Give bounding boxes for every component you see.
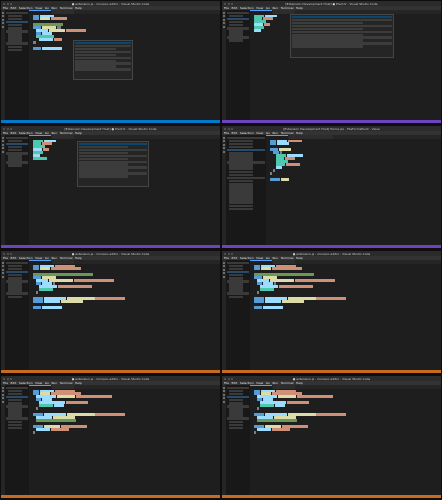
window-title: ● extension.js - monaco-editor - Visual … [292, 376, 371, 381]
status-bar [1, 370, 220, 373]
source-control-icon[interactable] [223, 143, 225, 146]
debug-icon[interactable] [2, 272, 4, 274]
vscode-window-4: [Extension Development Host] Home.jsx - … [222, 126, 441, 248]
explorer-icon[interactable] [2, 386, 4, 389]
command-palette[interactable] [290, 14, 394, 58]
source-control-icon[interactable] [223, 268, 225, 271]
code-editor[interactable] [250, 10, 441, 120]
code-editor[interactable] [266, 135, 441, 245]
explorer-icon[interactable] [2, 136, 4, 139]
status-bar [1, 495, 220, 498]
search-icon[interactable] [223, 15, 225, 17]
source-control-icon[interactable] [223, 393, 225, 396]
debug-icon[interactable] [223, 397, 225, 399]
vscode-window-3: [Extension Development Host] ● Pivot.tl … [1, 126, 220, 248]
window-title: [Extension Development Host] Home.jsx - … [283, 126, 380, 131]
extensions-icon[interactable] [223, 25, 225, 28]
status-bar [222, 245, 441, 248]
search-icon[interactable] [2, 265, 4, 267]
extensions-icon[interactable] [2, 150, 4, 153]
status-bar [222, 370, 441, 373]
search-icon[interactable] [223, 265, 225, 267]
explorer-sidebar[interactable] [226, 385, 250, 495]
explorer-sidebar[interactable] [226, 10, 250, 120]
search-icon[interactable] [223, 140, 225, 142]
debug-icon[interactable] [223, 272, 225, 274]
extensions-icon[interactable] [2, 275, 4, 278]
source-control-icon[interactable] [223, 18, 225, 21]
source-control-icon[interactable] [2, 393, 4, 396]
explorer-icon[interactable] [223, 386, 225, 389]
window-title: [Extension Development Host] ● Pivot.tl … [64, 126, 157, 131]
explorer-icon[interactable] [2, 261, 4, 264]
source-control-icon[interactable] [2, 268, 4, 271]
debug-icon[interactable] [2, 397, 4, 399]
window-title: ● extension.js - monaco-editor - Visual … [71, 1, 150, 6]
code-editor[interactable] [29, 260, 220, 370]
extensions-icon[interactable] [223, 275, 225, 278]
extensions-icon[interactable] [2, 25, 4, 28]
debug-icon[interactable] [2, 147, 4, 149]
explorer-icon[interactable] [223, 136, 225, 139]
debug-icon[interactable] [223, 147, 225, 149]
vscode-window-6: ● extension.js - monaco-editor - Visual … [222, 251, 441, 373]
explorer-sidebar[interactable] [5, 10, 29, 120]
vscode-window-1: ● extension.js - monaco-editor - Visual … [1, 1, 220, 123]
status-bar [222, 495, 441, 498]
debug-icon[interactable] [2, 22, 4, 24]
extensions-icon[interactable] [2, 400, 4, 403]
extensions-icon[interactable] [223, 400, 225, 403]
window-title: ● extension.js - monaco-editor - Visual … [71, 251, 150, 256]
source-control-icon[interactable] [2, 18, 4, 21]
code-editor[interactable] [250, 260, 441, 370]
window-title: [Extension Development Host] ● Pivot.tl … [285, 1, 378, 6]
code-editor[interactable] [29, 10, 220, 120]
search-icon[interactable] [223, 390, 225, 392]
explorer-icon[interactable] [223, 11, 225, 14]
status-bar [222, 120, 441, 123]
explorer-sidebar[interactable] [5, 260, 29, 370]
vscode-window-8: ● extension.js - monaco-editor - Visual … [222, 376, 441, 498]
source-control-icon[interactable] [2, 143, 4, 146]
vscode-window-7: ● extension.js - monaco-editor - Visual … [1, 376, 220, 498]
explorer-icon[interactable] [223, 261, 225, 264]
search-icon[interactable] [2, 140, 4, 142]
search-icon[interactable] [2, 15, 4, 17]
code-editor[interactable] [29, 135, 220, 245]
quick-pick-menu[interactable] [77, 141, 149, 187]
explorer-sidebar[interactable] [226, 260, 250, 370]
status-bar [1, 245, 220, 248]
explorer-sidebar[interactable] [5, 135, 29, 245]
vscode-window-2: [Extension Development Host] ● Pivot.tl … [222, 1, 441, 123]
search-icon[interactable] [2, 390, 4, 392]
explorer-sidebar[interactable] [226, 135, 266, 245]
window-title: ● extension.js - monaco-editor - Visual … [71, 376, 150, 381]
extensions-icon[interactable] [223, 150, 225, 153]
status-bar [1, 120, 220, 123]
explorer-sidebar[interactable] [5, 385, 29, 495]
explorer-icon[interactable] [2, 11, 4, 14]
debug-icon[interactable] [223, 22, 225, 24]
code-editor[interactable] [250, 385, 441, 495]
code-editor[interactable] [29, 385, 220, 495]
window-title: ● extension.js - monaco-editor - Visual … [292, 251, 371, 256]
suggestion-popup[interactable] [73, 40, 133, 80]
vscode-window-5: ● extension.js - monaco-editor - Visual … [1, 251, 220, 373]
